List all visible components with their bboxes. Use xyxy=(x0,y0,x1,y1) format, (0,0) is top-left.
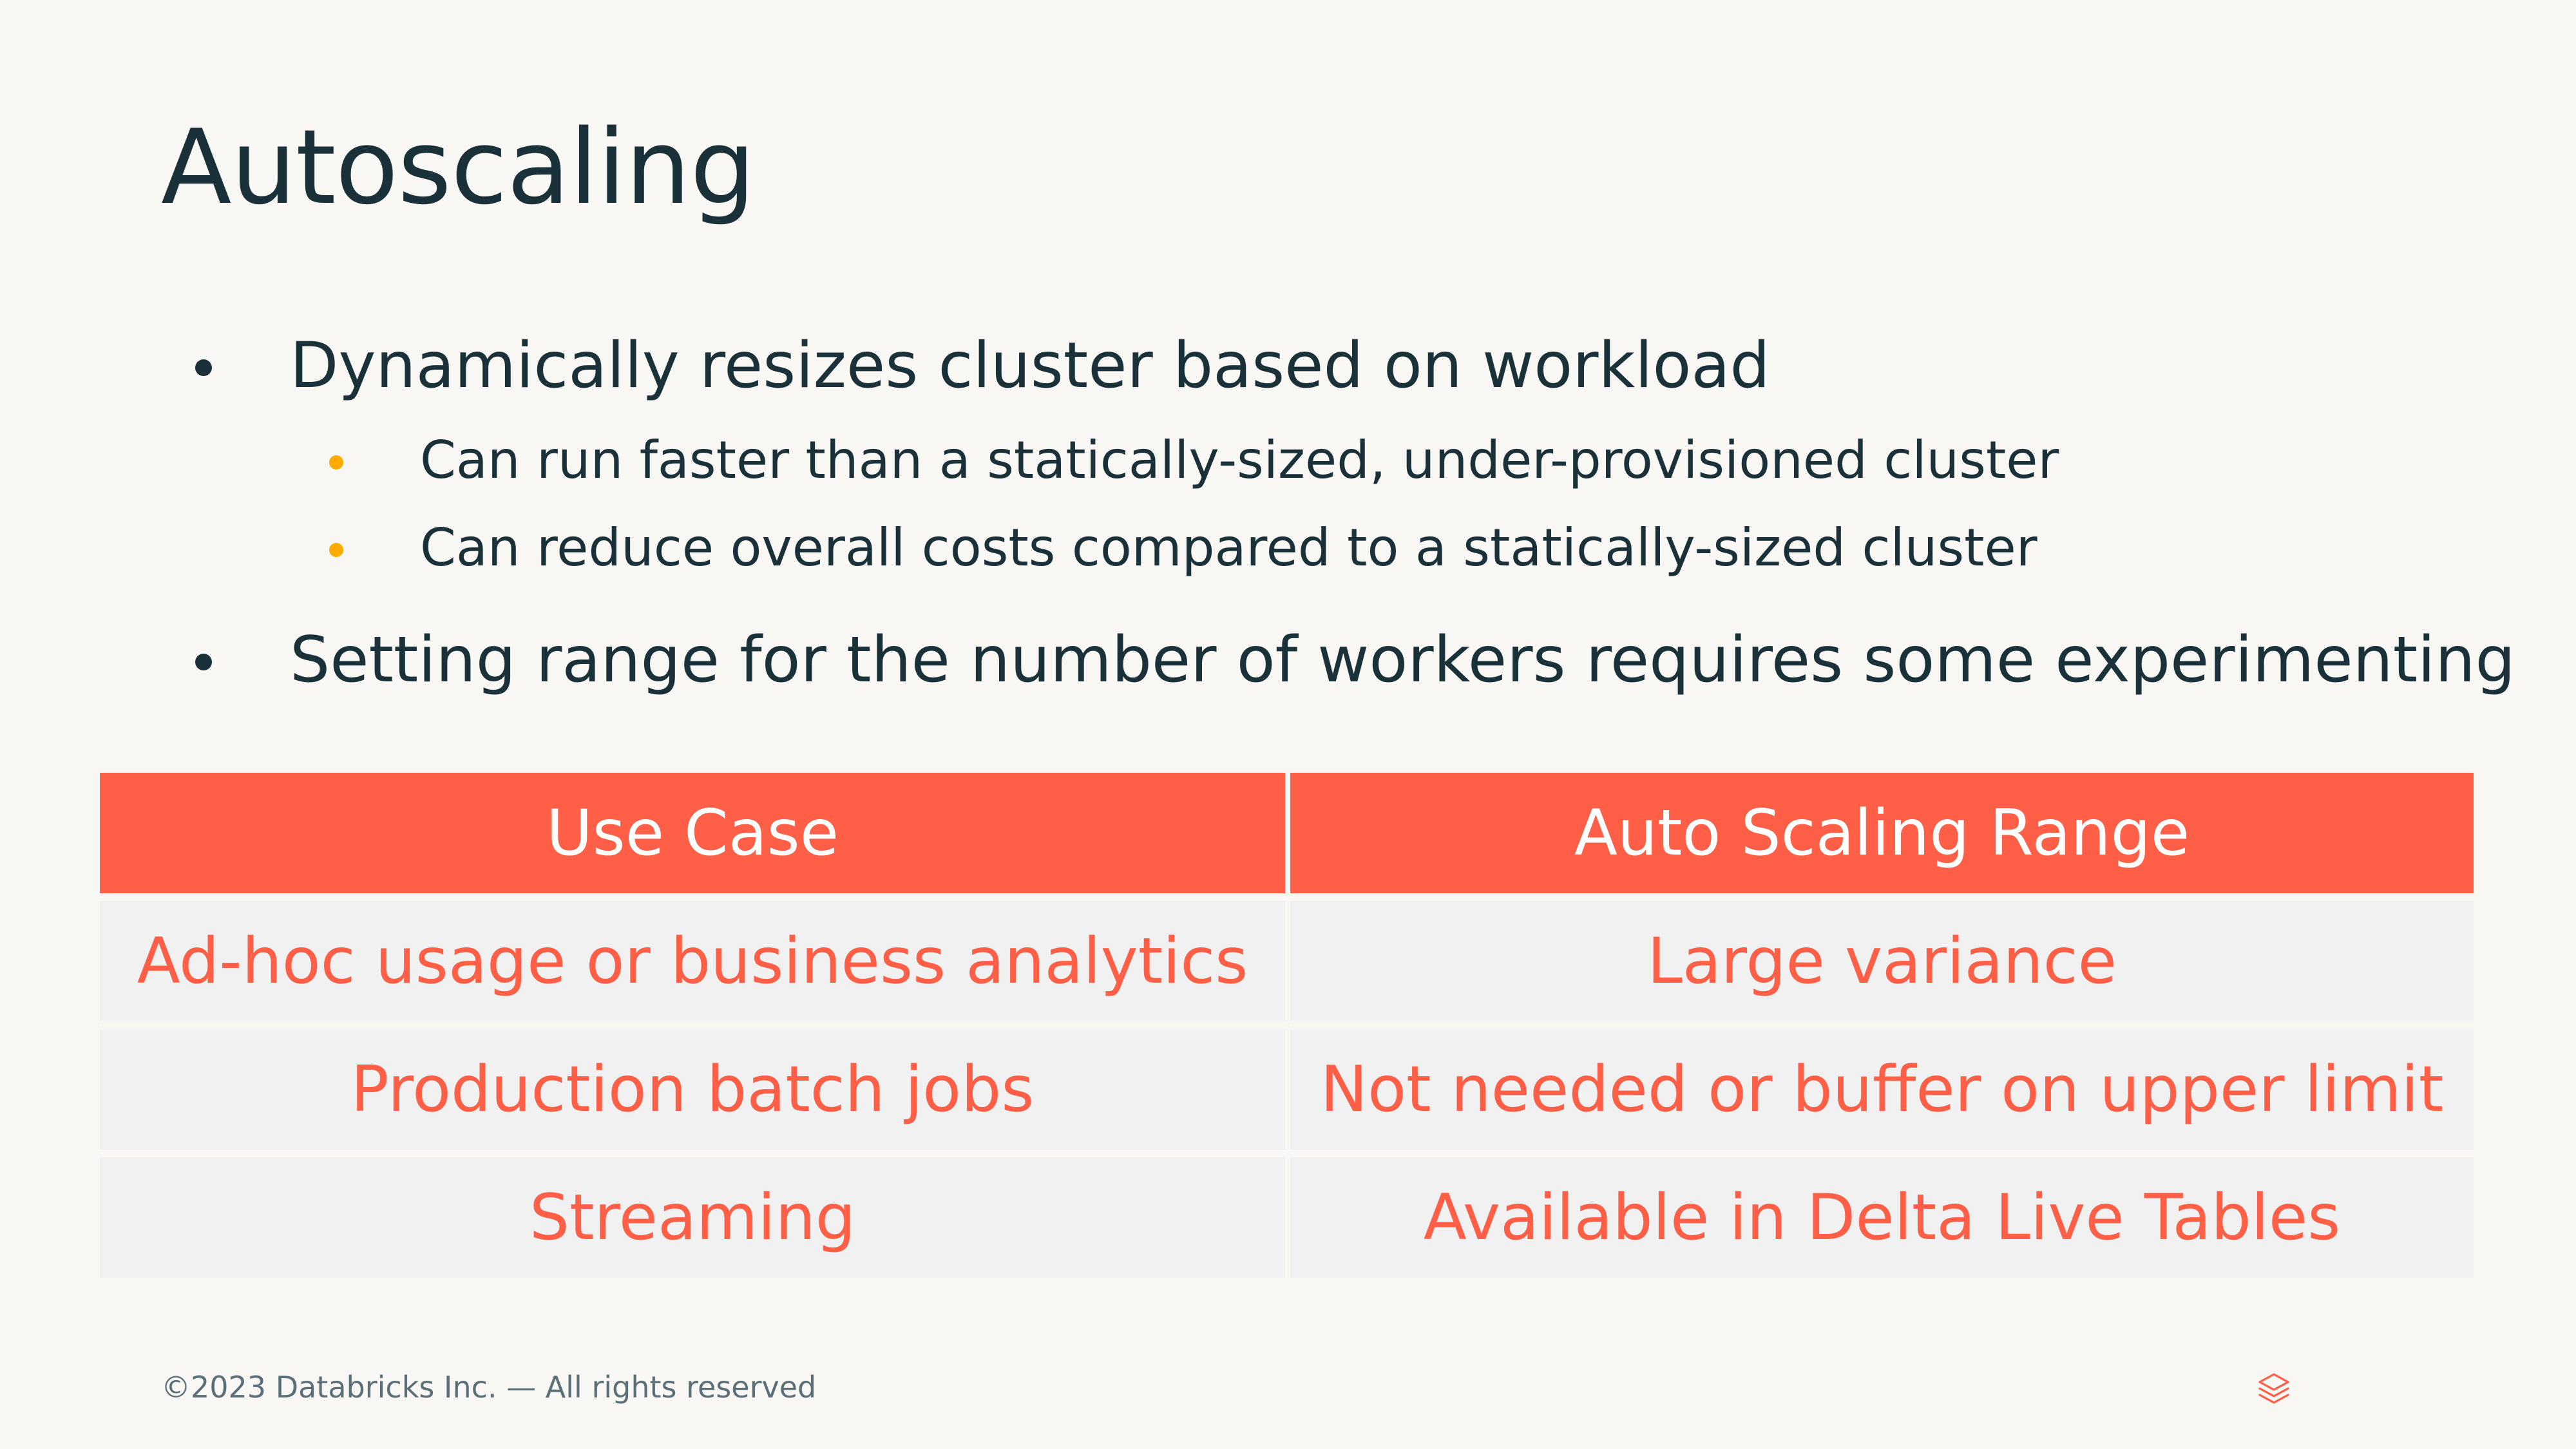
bullet-dot-icon xyxy=(195,654,212,670)
sub-bullet-item: Can reduce overall costs compared to a s… xyxy=(329,516,2037,580)
slide-title: Autoscaling xyxy=(161,107,756,227)
sub-bullet-item: Can run faster than a statically-sized, … xyxy=(329,428,2059,493)
bullet-dot-icon xyxy=(195,359,212,376)
table-header-cell: Auto Scaling Range xyxy=(1290,773,2474,893)
sub-bullet-dot-icon xyxy=(329,455,343,469)
table-cell: Production batch jobs xyxy=(100,1029,1285,1150)
bullet-text: Setting range for the number of workers … xyxy=(290,623,2515,697)
bullet-item: Dynamically resizes cluster based on wor… xyxy=(195,327,1770,404)
table-cell: Ad-hoc usage or business analytics xyxy=(100,901,1285,1021)
sub-bullet-dot-icon xyxy=(329,543,343,557)
databricks-logo-icon xyxy=(2258,1373,2289,1404)
table-cell: Available in Delta Live Tables xyxy=(1290,1157,2474,1278)
table-cell: Large variance xyxy=(1290,901,2474,1021)
table-row: Ad-hoc usage or business analytics Large… xyxy=(100,901,2474,1021)
table-row: Streaming Available in Delta Live Tables xyxy=(100,1157,2474,1278)
sub-bullet-text: Can run faster than a statically-sized, … xyxy=(420,430,2059,490)
bullet-text: Dynamically resizes cluster based on wor… xyxy=(290,329,1770,402)
table-header-row: Use Case Auto Scaling Range xyxy=(100,773,2474,893)
sub-bullet-text: Can reduce overall costs compared to a s… xyxy=(420,518,2037,578)
footer-copyright: ©2023 Databricks Inc. — All rights reser… xyxy=(161,1370,817,1405)
slide: Autoscaling Dynamically resizes cluster … xyxy=(0,0,2576,1449)
bullet-item: Setting range for the number of workers … xyxy=(195,621,2515,699)
table-cell: Streaming xyxy=(100,1157,1285,1278)
autoscaling-table: Use Case Auto Scaling Range Ad-hoc usage… xyxy=(100,773,2474,1278)
table-row: Production batch jobs Not needed or buff… xyxy=(100,1029,2474,1150)
table-cell: Not needed or buffer on upper limit xyxy=(1290,1029,2474,1150)
table-header-cell: Use Case xyxy=(100,773,1285,893)
